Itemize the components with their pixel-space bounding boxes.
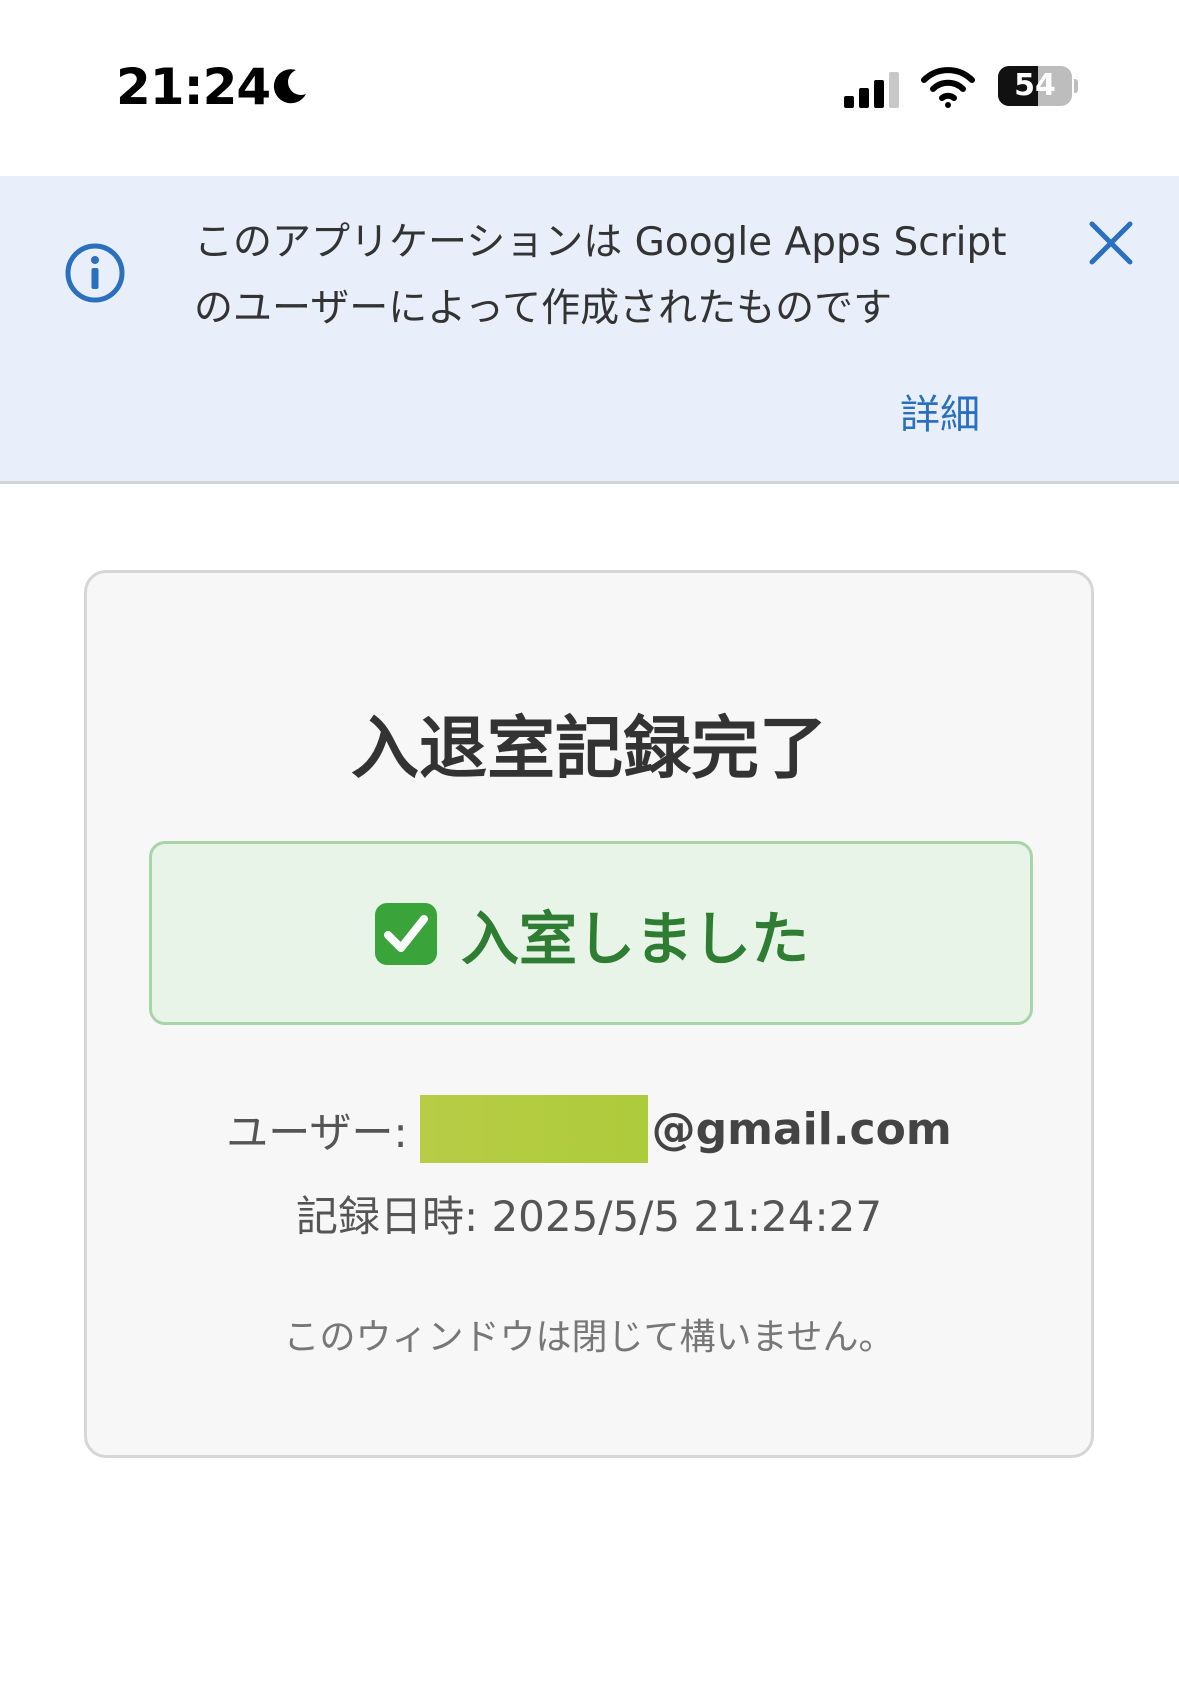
check-box-icon [374,903,437,965]
clock: 21:24 [116,58,271,116]
moon-icon [273,69,306,104]
redacted-email-name [419,1095,648,1163]
info-icon [65,243,125,303]
user-label: ユーザー: [226,1107,408,1157]
close-icon[interactable] [1088,220,1134,266]
close-window-note: このウィンドウは閉じて構いません。 [283,1317,895,1358]
cellular-signal-icon [844,72,899,108]
banner-line-2: のユーザーによって作成されたものです [194,286,893,331]
user-row: ユーザー: @gmail.com [87,1093,1091,1165]
user-email-domain: @gmail.com [651,1103,952,1155]
status-bar: 21:24 54 [0,0,1179,176]
result-card: 入退室記録完了 入室しました ユーザー: @gmail.com 記録日時: 20… [84,570,1094,1458]
status-message: 入室しました [460,905,809,973]
gas-warning-banner: このアプリケーションは Google Apps Script のユーザーによって… [0,176,1179,484]
page-title: 入退室記録完了 [350,710,827,789]
details-link[interactable]: 詳細 [900,382,980,440]
status-message-box: 入室しました [149,841,1033,1025]
banner-message: このアプリケーションは Google Apps Script のユーザーによって… [194,210,1034,342]
battery-icon: 54 [998,66,1078,106]
battery-level: 54 [1014,68,1056,103]
banner-line-1: このアプリケーションは Google Apps Script [194,220,1007,265]
wifi-icon [921,67,975,108]
record-time: 記録日時: 2025/5/5 21:24:27 [295,1192,883,1241]
